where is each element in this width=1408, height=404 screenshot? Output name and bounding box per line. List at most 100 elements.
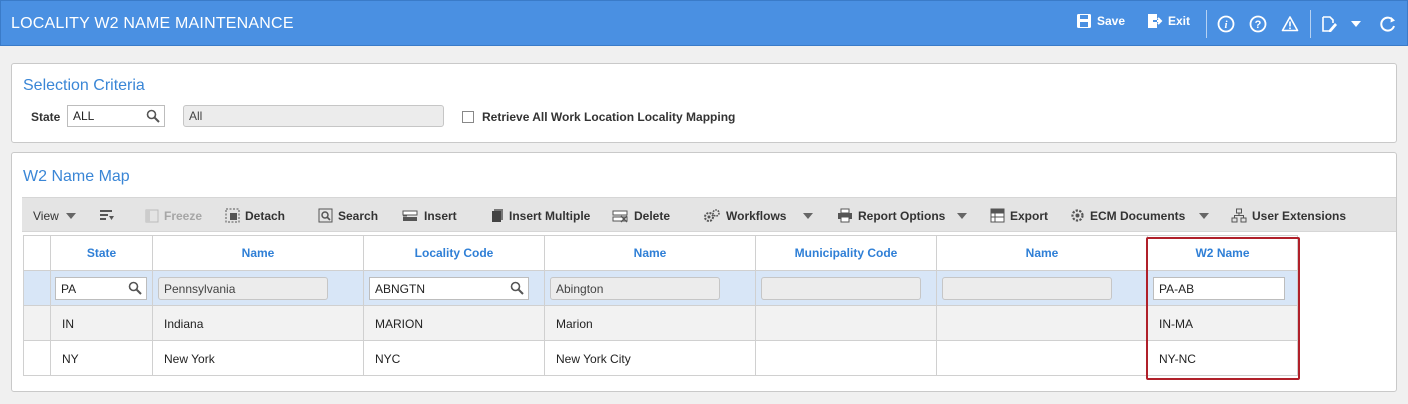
export-button[interactable]: Export [990,198,1048,233]
hierarchy-icon [1231,208,1247,223]
search-icon [318,208,333,223]
w2-name-value: PA-AB [1159,281,1195,296]
app-header: LOCALITY W2 NAME MAINTENANCE Save Exit i… [0,0,1408,46]
table-row[interactable]: PA Pennsylvania ABNGTN Abington PA-AB [23,270,1298,306]
chevron-down-icon[interactable] [1346,14,1366,34]
chevron-down-icon[interactable] [957,213,967,219]
locality-code-cell[interactable]: NYC [363,340,545,376]
grid-toolbar: View Freeze Detach Search Insert Insert … [22,197,1396,232]
workflows-label: Workflows [726,208,787,223]
state-description-value: All [189,109,203,123]
locality-name-cell: Abington [544,270,756,306]
w2-name-cell[interactable]: IN-MA [1147,305,1298,341]
state-cell-input[interactable]: PA [55,277,147,300]
chevron-down-icon[interactable] [66,213,76,219]
locality-code-value: NYC [375,352,401,366]
state-cell-value: NY [62,352,79,366]
municipality-code-cell[interactable] [755,305,937,341]
state-input[interactable]: ALL [67,105,165,127]
state-cell[interactable]: IN [50,305,153,341]
export-icon [990,208,1005,223]
row-selector[interactable] [23,270,51,306]
table-row[interactable]: IN Indiana MARION Marion IN-MA [23,305,1298,341]
state-cell[interactable]: PA [50,270,153,306]
exit-button[interactable]: Exit [1147,13,1190,29]
filter-button[interactable] [99,198,115,233]
locality-name-value: Marion [556,317,593,331]
municipality-name-cell [936,270,1148,306]
state-name-cell: Indiana [152,305,364,341]
search-label: Search [338,208,379,223]
w2-name-map-panel: W2 Name Map View Freeze Detach Search In… [11,152,1397,392]
locality-code-cell[interactable]: MARION [363,305,545,341]
delete-label: Delete [634,208,671,223]
chevron-down-icon[interactable] [803,213,813,219]
search-button[interactable]: Search [318,198,378,233]
user-extensions-button[interactable]: User Extensions [1231,198,1346,233]
column-header-state[interactable]: State [50,235,153,271]
municipality-code-field[interactable] [761,277,921,300]
state-name-field: Pennsylvania [158,277,328,300]
locality-code-cell[interactable]: ABNGTN [363,270,545,306]
locality-code-value: MARION [375,317,423,331]
detach-label: Detach [245,208,286,223]
detach-button[interactable]: Detach [225,198,285,233]
selection-criteria-panel: Selection Criteria State ALL All Retriev… [11,63,1397,143]
state-name-value: New York [164,352,215,366]
column-header-locality-name[interactable]: Name [544,235,756,271]
locality-name-value: Abington [556,281,604,296]
freeze-button[interactable]: Freeze [145,198,202,233]
exit-label: Exit [1168,14,1191,28]
retrieve-all-label: Retrieve All Work Location Locality Mapp… [482,110,736,124]
ecm-documents-button[interactable]: ECM Documents [1070,198,1185,233]
state-name-value: Pennsylvania [164,281,236,296]
refresh-icon[interactable] [1378,14,1398,34]
state-label: State [31,110,61,124]
row-selector[interactable] [23,340,51,376]
help-icon[interactable]: ? [1248,14,1268,34]
freeze-label: Freeze [164,208,203,223]
column-header-locality-code[interactable]: Locality Code [363,235,545,271]
detach-icon [225,208,240,223]
delete-button[interactable]: Delete [612,198,670,233]
header-divider [1310,10,1311,38]
locality-name-value: New York City [556,352,631,366]
view-menu[interactable]: View [33,198,59,233]
municipality-code-cell[interactable] [755,340,937,376]
search-icon[interactable] [510,281,524,295]
freeze-icon [145,209,159,222]
w2-name-value: NY-NC [1159,352,1196,366]
info-icon[interactable]: i [1216,14,1236,34]
search-icon[interactable] [146,109,160,123]
w2-name-cell[interactable]: PA-AB [1147,270,1298,306]
state-cell[interactable]: NY [50,340,153,376]
insert-button[interactable]: Insert [402,198,457,233]
column-header-municipality-name[interactable]: Name [936,235,1148,271]
state-name-value: Indiana [164,317,204,331]
w2-name-grid: State Name Locality Code Name Municipali… [23,235,1298,376]
municipality-name-cell [936,305,1148,341]
edit-icon[interactable] [1319,14,1339,34]
save-button[interactable]: Save [1076,13,1125,29]
locality-code-value: ABNGTN [375,281,426,296]
municipality-code-cell[interactable] [755,270,937,306]
w2-name-input[interactable]: PA-AB [1153,277,1285,300]
municipality-name-cell [936,340,1148,376]
report-options-label: Report Options [858,208,946,223]
w2-name-cell[interactable]: NY-NC [1147,340,1298,376]
column-header-state-name[interactable]: Name [152,235,364,271]
insert-multiple-button[interactable]: Insert Multiple [491,198,590,233]
search-icon[interactable] [128,281,142,295]
warning-icon[interactable] [1280,14,1300,34]
header-divider [1206,10,1207,38]
workflows-button[interactable]: Workflows [703,198,786,233]
svg-text:?: ? [1255,19,1262,31]
column-header-municipality-code[interactable]: Municipality Code [755,235,937,271]
table-row[interactable]: NY New York NYC New York City NY-NC [23,340,1298,376]
retrieve-all-checkbox[interactable] [462,111,474,123]
column-header-w2-name[interactable]: W2 Name [1147,235,1298,271]
chevron-down-icon[interactable] [1199,213,1209,219]
locality-code-input[interactable]: ABNGTN [369,277,529,300]
report-options-button[interactable]: Report Options [837,198,945,233]
row-selector[interactable] [23,305,51,341]
